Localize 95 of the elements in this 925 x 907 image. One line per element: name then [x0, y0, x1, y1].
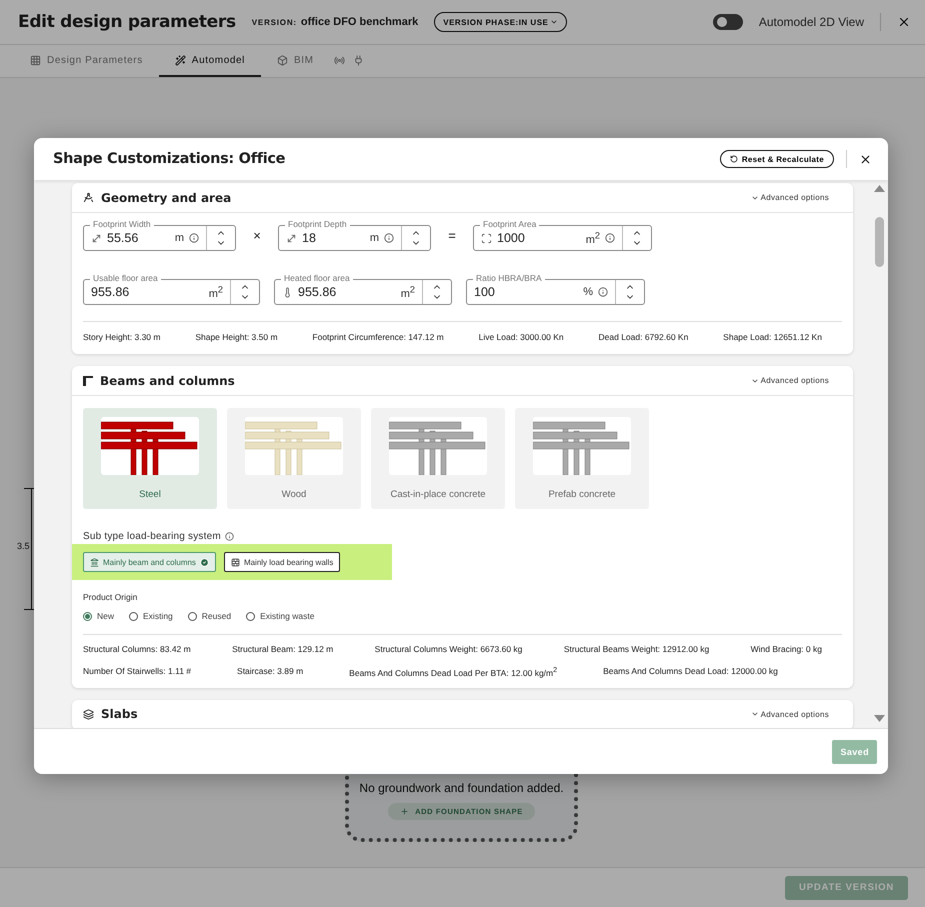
field-label: Footprint Width: [90, 219, 154, 230]
unit-label: m$^{2}$: [400, 284, 415, 300]
field-input[interactable]: 1000: [497, 231, 581, 245]
plus-icon: [400, 807, 410, 816]
tab[interactable]: BIM: [261, 45, 330, 77]
stat-text: Live Load: 3000.00 Kn: [478, 332, 564, 342]
field-label: Footprint Depth: [285, 219, 350, 230]
number-field[interactable]: 18 m Footprint Depth: [278, 219, 431, 251]
pillar-icon: [90, 558, 99, 566]
origin-label: Product Origin: [83, 592, 138, 602]
stat-text: Shape Load: 12651.12 Kn: [723, 332, 822, 342]
tab[interactable]: Design Parameters: [14, 45, 159, 77]
chevron-down-icon: [550, 18, 558, 26]
operator-sign: =: [447, 228, 457, 242]
radio-option[interactable]: Existing: [129, 611, 173, 621]
number-field[interactable]: 100 % Ratio HBRA/BRA: [466, 273, 645, 305]
unit-label: m: [370, 232, 379, 244]
section-title: Beams and columns: [100, 374, 235, 388]
compass-icon: [83, 192, 94, 203]
info-icon: [224, 532, 234, 541]
version-phase-button[interactable]: VERSION PHASE:IN USE: [434, 12, 568, 32]
grid-icon: [30, 54, 41, 66]
radio-dot[interactable]: [246, 612, 256, 620]
empty-message: No groundwork and foundation added.: [359, 781, 564, 795]
modal-title: Shape Customizations: Office: [53, 151, 286, 167]
version-label: VERSION:: [252, 18, 297, 27]
number-field[interactable]: 1000 m$^{2}$ Footprint Area: [473, 219, 652, 251]
stat-text: Wind Bracing: 0 kg: [750, 644, 822, 654]
brick-wall-icon: [230, 558, 240, 566]
number-field[interactable]: 955.86 m$^{2}$ Usable floor area: [83, 273, 260, 305]
check-icon: [200, 558, 209, 566]
stat-text: Structural Columns: 83.42 m: [83, 644, 191, 654]
reset-button[interactable]: Reset & Recalculate: [720, 150, 834, 168]
field-input[interactable]: 55.56: [107, 231, 170, 245]
field-input[interactable]: 955.86: [91, 285, 204, 299]
advanced-options-link[interactable]: Advanced options: [744, 375, 835, 386]
unit-label: %: [583, 286, 593, 298]
stat-text: Structural Beam: 129.12 m: [232, 644, 334, 654]
unit-label: m$^{2}$: [586, 230, 600, 246]
plug-icon: [352, 54, 364, 66]
stat-text: Beams And Columns Dead Load Per BTA: 12.00 kg/m$^{2}$: [349, 666, 558, 678]
cube-icon: [277, 54, 288, 66]
field-label: Footprint Area: [480, 219, 540, 230]
antenna-icon: [334, 54, 345, 66]
stat-text: Structural Columns Weight: 6673.60 kg: [374, 644, 522, 654]
stat-text: Footprint Circumference: 147.12 m: [312, 332, 444, 342]
field-input[interactable]: 100: [474, 285, 578, 299]
diagonal-arrow-icon: [286, 232, 297, 244]
material-option[interactable]: Wood: [227, 408, 361, 509]
radio-dot[interactable]: [83, 612, 92, 620]
wand-icon: [174, 54, 186, 66]
subtype-label: Sub type load-bearing system: [83, 531, 221, 542]
radio-option[interactable]: Existing waste: [246, 611, 314, 621]
material-option[interactable]: Steel: [83, 408, 217, 509]
stat-text: Beams And Columns Dead Load: 12000.00 kg: [603, 666, 778, 678]
stat-text: Dead Load: 6792.60 Kn: [598, 332, 688, 342]
close-button[interactable]: [859, 152, 872, 166]
radio-option[interactable]: New: [83, 611, 114, 621]
advanced-options-link[interactable]: Advanced options: [744, 192, 835, 203]
reset-icon: [730, 155, 738, 163]
radio-dot[interactable]: [129, 612, 138, 620]
subtype-option[interactable]: Mainly beam and columns: [83, 552, 216, 572]
field-label: Heated floor area: [281, 273, 353, 284]
diagonal-arrow-icon: [91, 232, 102, 244]
radio-option[interactable]: Reused: [188, 611, 232, 621]
advanced-options-link[interactable]: Advanced options: [744, 708, 835, 720]
page-title: Edit design parameters: [18, 12, 236, 32]
stat-text: Story Height: 3.30 m: [83, 332, 160, 342]
dimension-label: 3.5: [17, 541, 30, 551]
material-option[interactable]: Cast-in-place concrete: [371, 408, 505, 509]
subtype-option[interactable]: Mainly load bearing walls: [224, 552, 340, 572]
unit-label: m$^{2}$: [208, 284, 223, 300]
area-icon: [481, 232, 492, 244]
beam-icon: [83, 376, 93, 386]
layers-icon: [83, 708, 94, 720]
close-button[interactable]: [897, 15, 911, 29]
field-label: Ratio HBRA/BRA: [473, 273, 545, 284]
field-label: Usable floor area: [90, 273, 161, 284]
toggle-label: Automodel 2D View: [758, 15, 864, 29]
unit-label: m: [174, 232, 184, 244]
section-title: Geometry and area: [101, 190, 232, 204]
toggle-switch[interactable]: [712, 14, 743, 30]
operator-sign: ×: [252, 228, 262, 242]
field-input[interactable]: 955.86: [298, 285, 396, 299]
number-field[interactable]: 55.56 m Footprint Width: [83, 219, 236, 251]
stat-text: Staircase: 3.89 m: [237, 666, 304, 678]
stat-text: Number Of Stairwells: 1.11 #: [83, 666, 192, 678]
stat-text: Structural Beams Weight: 12912.00 kg: [564, 644, 710, 654]
number-field[interactable]: 955.86 m$^{2}$ Heated floor area: [274, 273, 452, 305]
material-option[interactable]: Prefab concrete: [515, 408, 649, 509]
stat-text: Shape Height: 3.50 m: [195, 332, 278, 342]
radio-dot[interactable]: [188, 612, 197, 620]
version-name: office DFO benchmark: [300, 16, 418, 28]
field-input[interactable]: 18: [302, 231, 365, 245]
section-title: Slabs: [101, 707, 138, 722]
